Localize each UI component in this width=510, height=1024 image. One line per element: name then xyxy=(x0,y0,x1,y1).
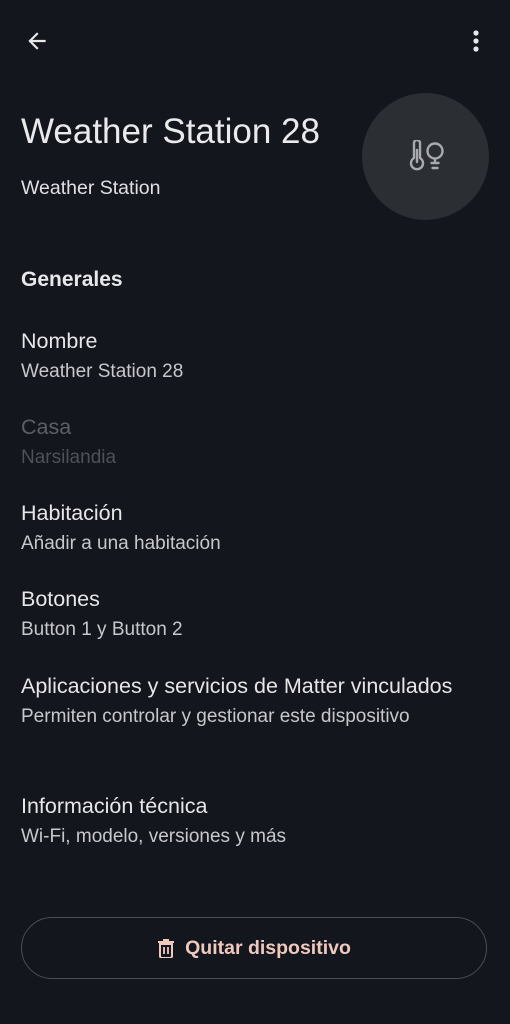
setting-value: Weather Station 28 xyxy=(21,361,184,382)
remove-device-label: Quitar dispositivo xyxy=(185,936,351,959)
device-avatar xyxy=(362,93,489,220)
back-button[interactable] xyxy=(18,22,56,60)
setting-value: Añadir a una habitación xyxy=(21,533,221,554)
setting-label: Información técnica xyxy=(21,794,208,818)
setting-item-buttons[interactable]: Botones Button 1 y Button 2 xyxy=(21,583,491,644)
setting-label: Casa xyxy=(21,415,72,439)
device-type: Weather Station xyxy=(21,177,161,199)
setting-label: Nombre xyxy=(21,329,98,353)
section-heading-generales: Generales xyxy=(21,268,123,291)
setting-label: Aplicaciones y servicios de Matter vincu… xyxy=(21,674,453,698)
remove-device-button[interactable]: Quitar dispositivo xyxy=(21,917,487,979)
more-options-button[interactable] xyxy=(458,22,494,60)
trash-icon xyxy=(158,939,175,958)
setting-value: Wi-Fi, modelo, versiones y más xyxy=(21,826,287,847)
setting-value: Narsilandia xyxy=(21,447,117,468)
setting-value: Permiten controlar y gestionar este disp… xyxy=(21,706,410,727)
setting-label: Habitación xyxy=(21,501,123,525)
more-vertical-icon xyxy=(473,30,479,52)
setting-item-room[interactable]: Habitación Añadir a una habitación xyxy=(21,497,491,558)
setting-item-name[interactable]: Nombre Weather Station 28 xyxy=(21,325,491,386)
device-settings-screen: Weather Station 28 Weather Station Gener… xyxy=(0,0,510,1024)
arrow-left-icon xyxy=(28,32,46,50)
top-app-bar xyxy=(0,0,510,80)
setting-value: Button 1 y Button 2 xyxy=(21,619,183,640)
setting-item-technical-info[interactable]: Información técnica Wi-Fi, modelo, versi… xyxy=(21,790,491,851)
setting-label: Botones xyxy=(21,587,100,611)
setting-item-matter-apps[interactable]: Aplicaciones y servicios de Matter vincu… xyxy=(21,670,461,731)
setting-item-home: Casa Narsilandia xyxy=(21,411,491,472)
thermometer-bulb-icon xyxy=(409,139,444,170)
device-title: Weather Station 28 xyxy=(21,112,320,151)
